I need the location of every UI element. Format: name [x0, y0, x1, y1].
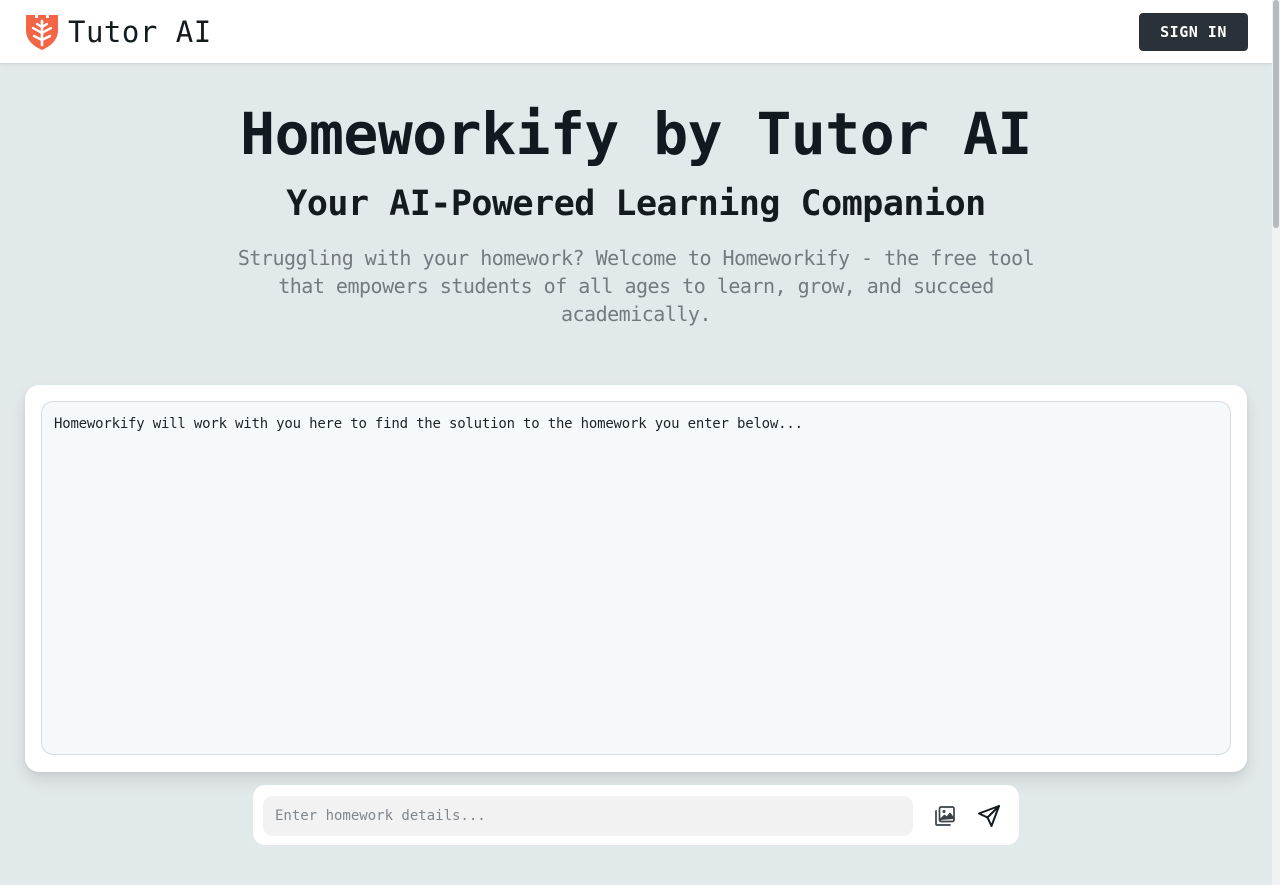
chat-intro-message: Homeworkify will work with you here to f…	[54, 416, 803, 432]
sign-in-button[interactable]: SIGN IN	[1139, 13, 1248, 51]
brand-name: Tutor AI	[68, 15, 212, 49]
top-header: Tutor AI SIGN IN	[0, 0, 1272, 64]
homework-input[interactable]	[263, 796, 913, 836]
page-description: Struggling with your homework? Welcome t…	[237, 246, 1035, 326]
page-title: Homeworkify by Tutor AI	[240, 100, 1032, 168]
brand[interactable]: Tutor AI	[24, 13, 212, 51]
page-scrollbar[interactable]	[1272, 0, 1280, 885]
image-upload-icon	[935, 806, 955, 826]
chat-card: Homeworkify will work with you here to f…	[25, 385, 1247, 772]
upload-image-button[interactable]	[929, 800, 961, 832]
page-subtitle: Your AI-Powered Learning Companion	[286, 184, 986, 224]
send-icon	[978, 805, 1000, 827]
homework-input-bar	[253, 785, 1019, 845]
scrollbar-thumb[interactable]	[1273, 0, 1279, 228]
send-button[interactable]	[973, 800, 1005, 832]
shield-logo-icon	[26, 15, 58, 50]
chat-conversation-area[interactable]: Homeworkify will work with you here to f…	[41, 401, 1231, 755]
